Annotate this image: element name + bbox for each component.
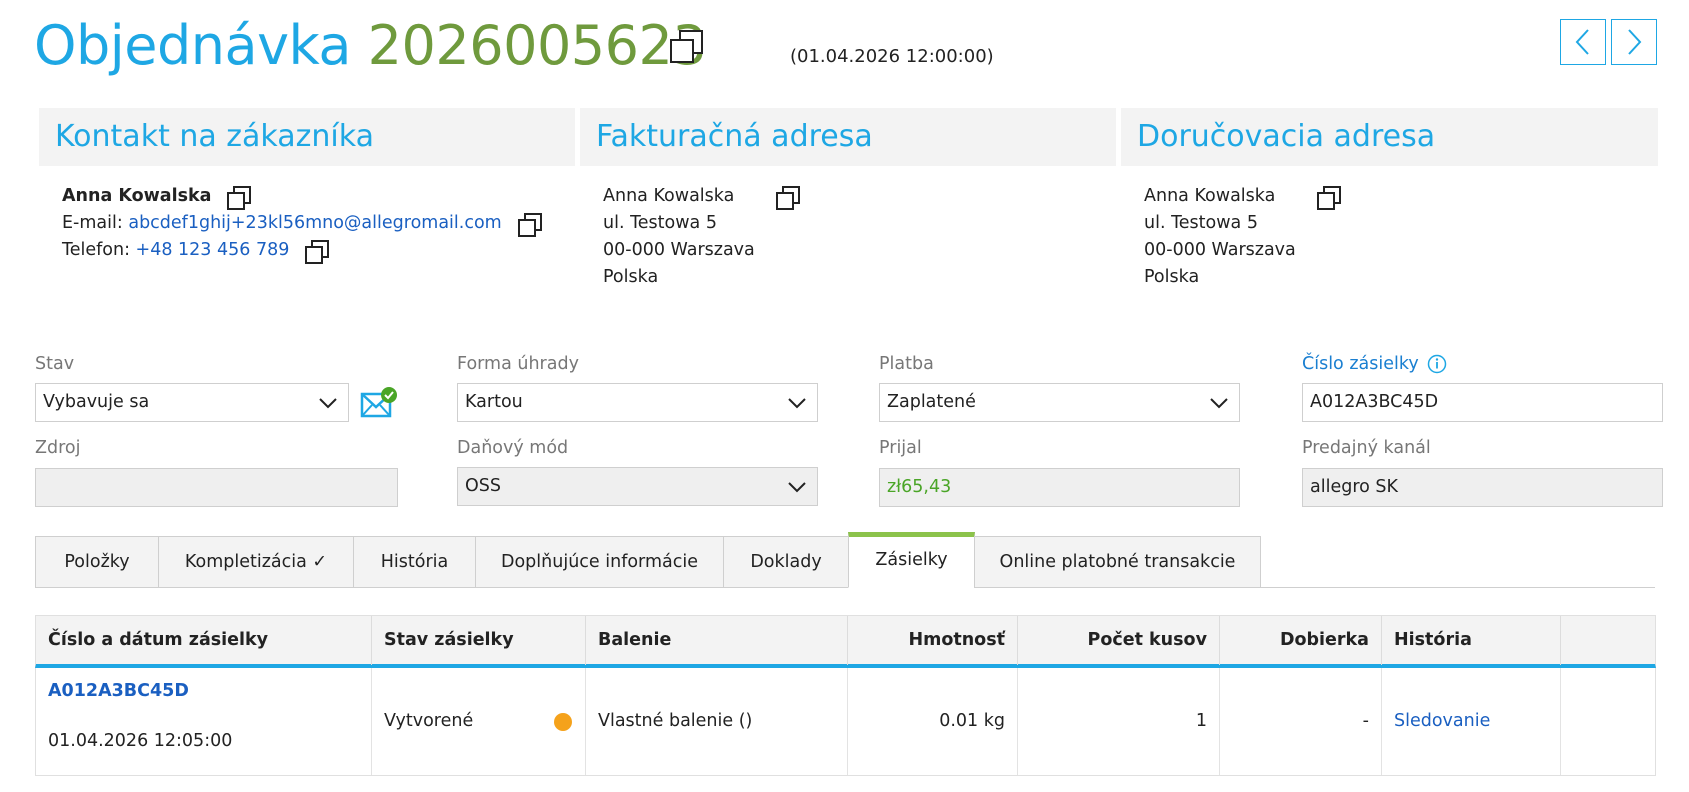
- copy-icon[interactable]: [305, 239, 330, 264]
- payment-status-select[interactable]: Zaplatené: [879, 383, 1240, 422]
- phone-label: Telefon:: [62, 240, 130, 260]
- column-header: Stav zásielky: [372, 616, 586, 665]
- shipment-number-cell: A012A3BC45D 01.04.2026 12:05:00: [36, 668, 372, 775]
- shipping-line: 00-000 Warszava: [1144, 240, 1296, 260]
- copy-icon[interactable]: [670, 30, 703, 63]
- received-amount-field: zł65,43: [879, 468, 1240, 507]
- customer-phone-link[interactable]: +48 123 456 789: [136, 237, 290, 264]
- shipment-number-input[interactable]: A012A3BC45D: [1302, 383, 1663, 422]
- shipment-number-label: Číslo zásielky: [1302, 354, 1447, 374]
- page-title-word: Objednávka: [34, 14, 351, 77]
- shipping-address: Anna Kowalska ul. Testowa 5 00-000 Warsz…: [1144, 183, 1342, 291]
- shipment-number-link[interactable]: A012A3BC45D: [48, 681, 189, 701]
- table-header: Číslo a dátum zásielky Stav zásielky Bal…: [35, 615, 1656, 668]
- status-select[interactable]: Vybavuje sa: [35, 383, 349, 422]
- payment-method-label: Forma úhrady: [457, 354, 579, 374]
- shipping-line: ul. Testowa 5: [1144, 213, 1258, 233]
- tab-online-payments[interactable]: Online platobné transakcie: [974, 536, 1261, 588]
- billing-address-heading: Fakturačná adresa: [580, 108, 1116, 166]
- customer-email-link[interactable]: abcdef1ghij+23kl56mno@allegromail.com: [128, 210, 501, 237]
- copy-icon[interactable]: [1317, 185, 1342, 210]
- source-label: Zdroj: [35, 438, 81, 458]
- customer-contact-heading: Kontakt na zákazníka: [39, 108, 575, 166]
- shipment-number-value: A012A3BC45D: [1310, 392, 1439, 412]
- shipment-status-cell: Vytvorené: [372, 668, 586, 775]
- tax-mode-select[interactable]: OSS: [457, 467, 818, 506]
- send-email-button[interactable]: [360, 386, 398, 420]
- shipping-line: Polska: [1144, 267, 1200, 287]
- order-number: 2026005623: [367, 14, 707, 77]
- billing-line: ul. Testowa 5: [603, 213, 717, 233]
- column-header: História: [1382, 616, 1561, 665]
- customer-name: Anna Kowalska: [62, 186, 212, 206]
- column-header: Hmotnosť: [848, 616, 1018, 665]
- shipments-table: Číslo a dátum zásielky Stav zásielky Bal…: [35, 615, 1656, 776]
- tab-items[interactable]: Položky: [35, 536, 159, 588]
- shipment-status: Vytvorené: [384, 711, 474, 731]
- status-label: Stav: [35, 354, 75, 374]
- tab-shipments[interactable]: Zásielky: [848, 532, 975, 588]
- billing-address: Anna Kowalska ul. Testowa 5 00-000 Warsz…: [603, 183, 801, 291]
- billing-line: Anna Kowalska: [603, 186, 735, 206]
- shipment-date: 01.04.2026 12:05:00: [48, 731, 233, 751]
- tab-completion[interactable]: Kompletizácia ✓: [158, 536, 354, 588]
- packaging-cell: Vlastné balenie (): [586, 668, 848, 775]
- billing-line: Polska: [603, 267, 659, 287]
- chevron-down-icon: [788, 398, 806, 409]
- status-select-value: Vybavuje sa: [43, 392, 150, 412]
- chevron-down-icon: [788, 482, 806, 493]
- shipping-line: Anna Kowalska: [1144, 186, 1276, 206]
- table-row: A012A3BC45D 01.04.2026 12:05:00 Vytvoren…: [35, 668, 1656, 776]
- order-datetime: (01.04.2026 12:00:00): [790, 46, 994, 67]
- pieces-cell: 1: [1018, 668, 1220, 775]
- payment-method-select[interactable]: Kartou: [457, 383, 818, 422]
- received-label: Prijal: [879, 438, 922, 458]
- payment-method-value: Kartou: [465, 392, 523, 412]
- chevron-down-icon: [1210, 398, 1228, 409]
- previous-order-button[interactable]: [1560, 19, 1606, 65]
- sales-channel-label: Predajný kanál: [1302, 438, 1431, 458]
- actions-cell: [1561, 668, 1656, 775]
- column-header: Počet kusov: [1018, 616, 1220, 665]
- tax-mode-value: OSS: [465, 476, 501, 496]
- info-icon[interactable]: [1427, 354, 1447, 374]
- history-cell: Sledovanie: [1382, 668, 1561, 775]
- cod-cell: -: [1220, 668, 1382, 775]
- tab-documents[interactable]: Doklady: [723, 536, 849, 588]
- tab-history[interactable]: História: [353, 536, 476, 588]
- weight-cell: 0.01 kg: [848, 668, 1018, 775]
- payment-label: Platba: [879, 354, 934, 374]
- shipping-address-heading: Doručovacia adresa: [1121, 108, 1658, 166]
- copy-icon[interactable]: [517, 212, 542, 237]
- billing-line: 00-000 Warszava: [603, 240, 755, 260]
- page-title: Objednávka 2026005623: [34, 14, 707, 78]
- sales-channel-field: allegro SK: [1302, 468, 1663, 507]
- column-header: Číslo a dátum zásielky: [36, 616, 372, 665]
- chevron-left-icon: [1575, 29, 1589, 55]
- tracking-link[interactable]: Sledovanie: [1394, 711, 1490, 731]
- payment-status-value: Zaplatené: [887, 392, 976, 412]
- customer-contact: Anna Kowalska E-mail: abcdef1ghij+23kl56…: [62, 183, 542, 264]
- tab-additional-info[interactable]: Doplňujúce informácie: [475, 536, 724, 588]
- status-dot-icon: [554, 713, 572, 731]
- copy-icon[interactable]: [776, 185, 801, 210]
- next-order-button[interactable]: [1611, 19, 1657, 65]
- email-label: E-mail:: [62, 213, 123, 233]
- chevron-right-icon: [1628, 29, 1642, 55]
- envelope-check-icon: [360, 387, 397, 418]
- column-header: Balenie: [586, 616, 848, 665]
- chevron-down-icon: [319, 398, 337, 409]
- column-header: Dobierka: [1220, 616, 1382, 665]
- source-field: [35, 468, 398, 507]
- tax-mode-label: Daňový mód: [457, 438, 569, 458]
- copy-icon[interactable]: [227, 185, 252, 210]
- shipment-number-label-text: Číslo zásielky: [1302, 354, 1419, 374]
